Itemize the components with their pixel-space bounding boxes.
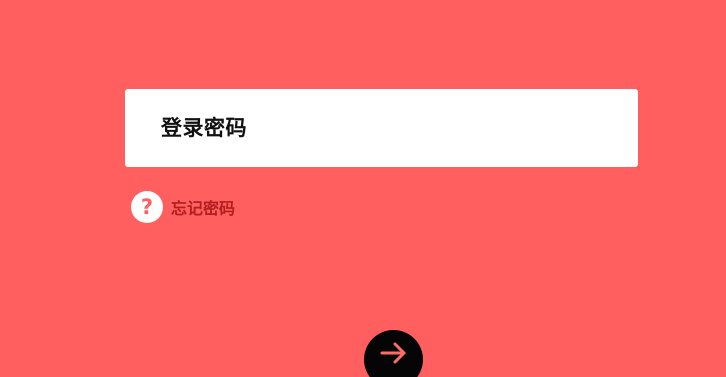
login-screen: 登录密码 ? 忘记密码 [0,0,726,377]
question-circle-icon: ? [131,191,163,223]
forgot-password-link[interactable]: ? 忘记密码 [131,191,235,223]
submit-button[interactable] [364,330,423,377]
password-placeholder: 登录密码 [161,116,247,140]
forgot-password-label: 忘记密码 [171,199,236,218]
password-field[interactable]: 登录密码 [125,89,638,167]
arrow-right-icon [380,342,405,363]
